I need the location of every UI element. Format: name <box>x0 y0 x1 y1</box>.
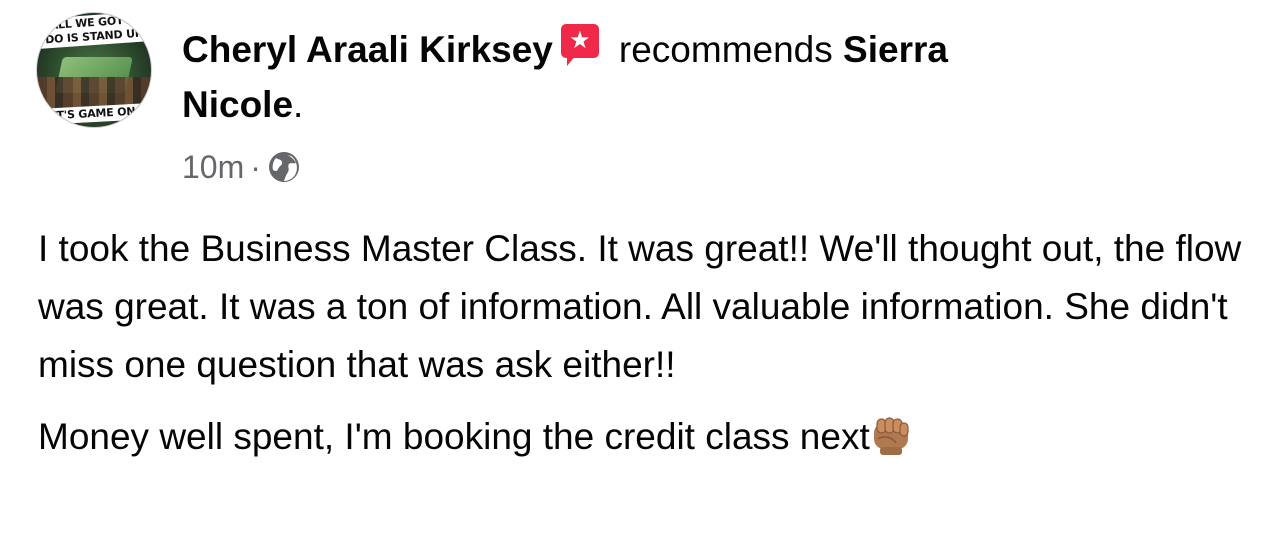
author-avatar[interactable]: ALL WE GOTTA DO IS STAND UP IT'S GAME ON <box>36 12 152 128</box>
post-header: Cheryl Araali Kirksey ★ recommends Sierra <box>182 24 948 73</box>
fist-bump-emoji <box>870 413 914 457</box>
meta-separator: · <box>250 149 261 185</box>
recommendation-star-icon: ★ <box>559 24 601 66</box>
post-timestamp[interactable]: 10m <box>182 149 244 185</box>
recommended-page-name[interactable]: Sierra <box>843 29 948 70</box>
action-text: recommends <box>618 29 833 70</box>
post-paragraph: I took the Business Master Class. It was… <box>38 228 1242 385</box>
post-header-line-2: Nicole. <box>182 82 303 128</box>
header-period: . <box>293 84 304 125</box>
post-meta: 10m · <box>182 146 301 188</box>
post-paragraph: Money well spent, I'm booking the credit… <box>38 408 1258 466</box>
globe-icon[interactable] <box>267 150 301 184</box>
post-body: I took the Business Master Class. It was… <box>38 220 1258 466</box>
author-name[interactable]: Cheryl Araali Kirksey <box>182 29 553 70</box>
recommended-page-name-cont[interactable]: Nicole <box>182 84 293 125</box>
post-paragraph-text: Money well spent, I'm booking the credit… <box>38 416 870 457</box>
